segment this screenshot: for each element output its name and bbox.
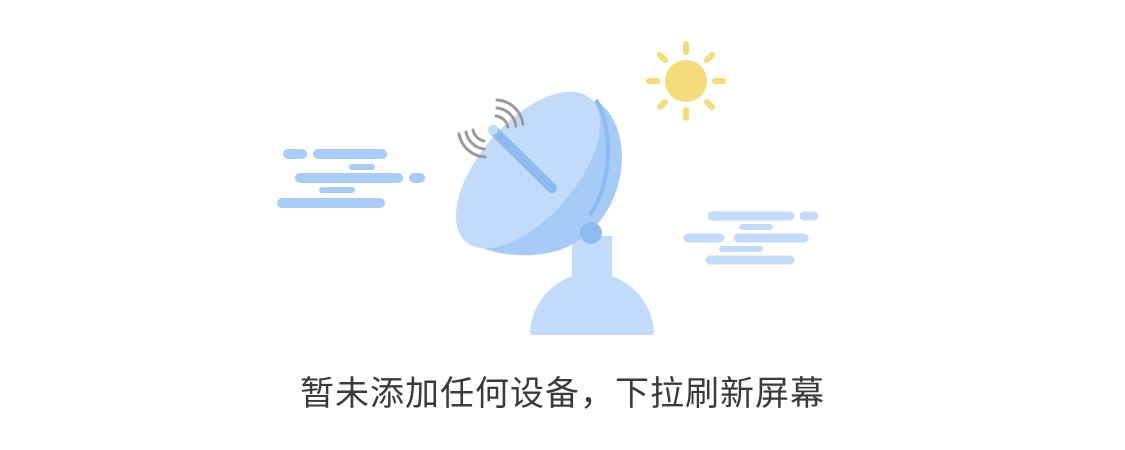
- sun-icon: [646, 41, 726, 121]
- cloud-icon: [277, 149, 425, 208]
- satellite-dish-icon: [455, 91, 654, 335]
- empty-state-message: 暂未添加任何设备，下拉刷新屏幕: [300, 374, 825, 414]
- empty-state: 暂未添加任何设备，下拉刷新屏幕: [0, 0, 1125, 450]
- cloud-icon: [683, 211, 819, 265]
